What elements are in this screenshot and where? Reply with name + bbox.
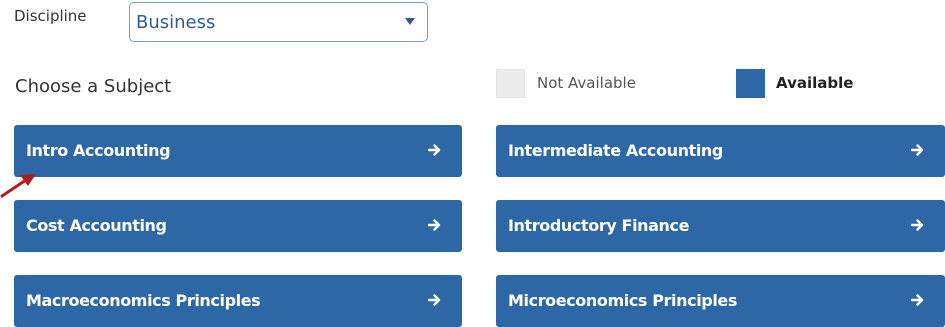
arrow-right-icon bbox=[911, 219, 924, 231]
subject-label: Microeconomics Principles bbox=[508, 291, 737, 310]
subject-label: Macroeconomics Principles bbox=[26, 291, 261, 310]
subject-button-intermediate-accounting[interactable]: Intermediate Accounting bbox=[496, 125, 945, 177]
subject-label: Intermediate Accounting bbox=[508, 141, 723, 160]
subject-button-introductory-finance[interactable]: Introductory Finance bbox=[496, 200, 945, 252]
subject-button-cost-accounting[interactable]: Cost Accounting bbox=[14, 200, 462, 252]
subject-label: Introductory Finance bbox=[508, 216, 690, 235]
arrow-right-icon bbox=[428, 294, 441, 306]
subject-label: Intro Accounting bbox=[26, 141, 171, 160]
available-swatch bbox=[736, 69, 765, 98]
discipline-label: Discipline bbox=[14, 7, 87, 25]
subject-button-intro-accounting[interactable]: Intro Accounting bbox=[14, 125, 462, 177]
arrow-right-icon bbox=[428, 219, 441, 231]
arrow-right-icon bbox=[428, 144, 441, 156]
subject-button-macroeconomics-principles[interactable]: Macroeconomics Principles bbox=[14, 275, 462, 327]
discipline-selected-value: Business bbox=[136, 12, 216, 33]
arrow-right-icon bbox=[911, 294, 924, 306]
subject-label: Cost Accounting bbox=[26, 216, 167, 235]
arrow-right-icon bbox=[911, 144, 924, 156]
available-label: Available bbox=[776, 74, 854, 92]
annotation-arrow-icon bbox=[0, 174, 36, 198]
not-available-swatch bbox=[496, 69, 525, 98]
discipline-select[interactable]: Business bbox=[129, 2, 428, 42]
subject-button-microeconomics-principles[interactable]: Microeconomics Principles bbox=[496, 275, 945, 327]
chevron-down-icon bbox=[405, 18, 415, 25]
not-available-label: Not Available bbox=[537, 74, 636, 92]
choose-subject-heading: Choose a Subject bbox=[15, 76, 172, 97]
